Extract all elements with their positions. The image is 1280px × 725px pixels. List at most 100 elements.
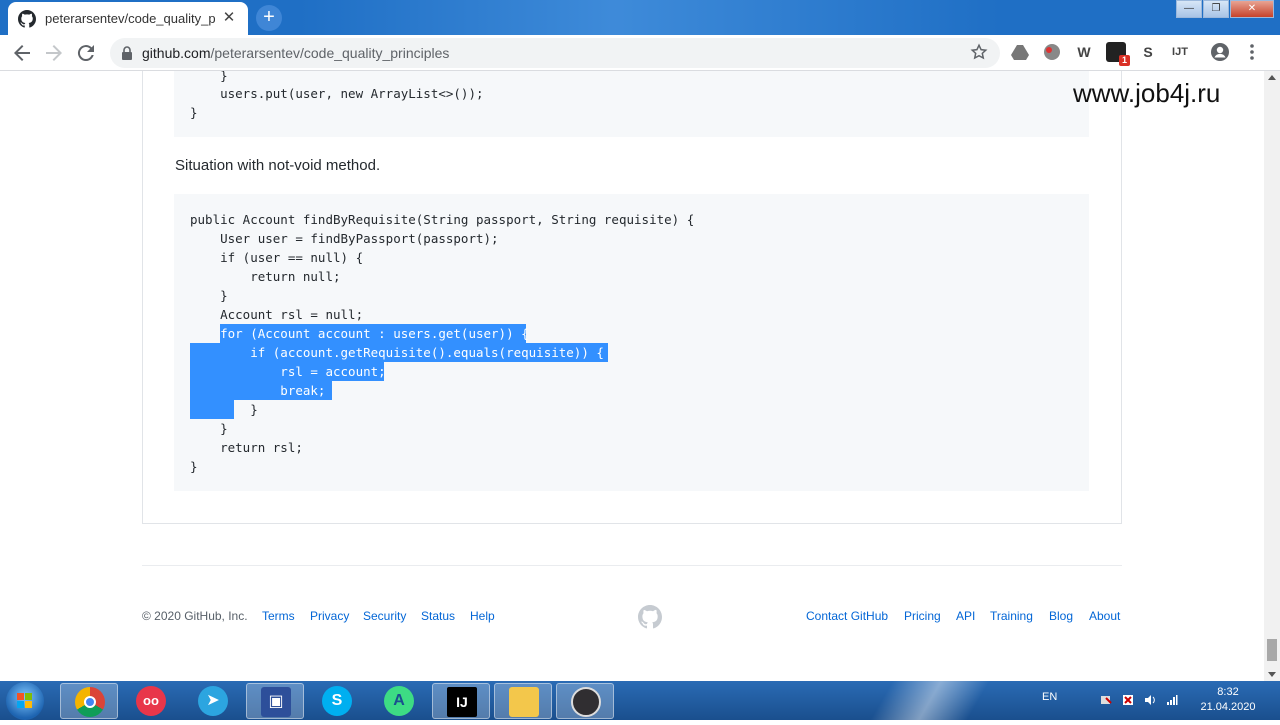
security-icon[interactable]	[1122, 694, 1134, 706]
minimize-button[interactable]: —	[1176, 0, 1202, 18]
drive-extension-icon[interactable]	[1010, 42, 1030, 62]
ijt-extension-icon[interactable]: IJT	[1170, 42, 1190, 62]
code-line: users.put(user, new ArrayList<>());	[190, 86, 484, 101]
code-line: Account rsl = null;	[190, 307, 364, 322]
profile-avatar-icon[interactable]	[1210, 42, 1230, 62]
footer-link-blog[interactable]: Blog	[1049, 609, 1073, 623]
notification-extension-icon[interactable]: 1	[1106, 42, 1130, 66]
browser-tab[interactable]: peterarsentev/code_quality_princ ✕	[8, 2, 248, 35]
windows-taskbar: oo ➤ ▣ S A IJ EN 8:32 21.04.2020	[0, 681, 1280, 720]
taskbar-clock[interactable]: 8:32 21.04.2020	[1196, 685, 1260, 715]
window-controls: — ❐ ✕	[1175, 0, 1274, 18]
taskbar-app-chrome[interactable]	[60, 683, 118, 719]
taskbar-app-telegram[interactable]: ➤	[184, 683, 242, 719]
footer-link-contact[interactable]: Contact GitHub	[806, 609, 888, 623]
code-line: }	[190, 402, 258, 417]
lock-icon	[122, 46, 132, 60]
forward-arrow-icon[interactable]	[42, 41, 66, 65]
url-text: github.com/peterarsentev/code_quality_pr…	[142, 45, 449, 61]
url-path: /peterarsentev/code_quality_principles	[210, 45, 450, 61]
code-line: }	[190, 105, 198, 120]
clock-date: 21.04.2020	[1200, 701, 1256, 713]
ooo-app-icon: oo	[136, 686, 166, 716]
obs-icon	[571, 687, 601, 717]
code-line-selected: if (account.getRequisite().equals(requis…	[190, 345, 604, 360]
code-block-2: public Account findByRequisite(String pa…	[174, 194, 1089, 491]
code-line: return rsl;	[190, 440, 303, 455]
code-line-selected: break;	[190, 383, 326, 398]
code-block-1: } users.put(user, new ArrayList<>()); }	[174, 71, 1089, 137]
taskbar-app-ooo[interactable]: oo	[122, 683, 180, 719]
situation-text: Situation with not-void method.	[175, 157, 381, 174]
maximize-button[interactable]: ❐	[1203, 0, 1229, 18]
s-extension-icon[interactable]: S	[1138, 42, 1158, 62]
folder-icon	[509, 687, 539, 717]
code-line: if (user == null) {	[190, 250, 364, 265]
action-center-icon[interactable]	[1100, 694, 1112, 706]
globe-extension-icon[interactable]	[1042, 42, 1062, 62]
footer-link-help[interactable]: Help	[470, 609, 495, 623]
watermark-text: www.job4j.ru	[1073, 78, 1221, 108]
footer-link-api[interactable]: API	[956, 609, 975, 623]
floppy-disk-icon: ▣	[261, 687, 291, 717]
taskbar-app-intellij[interactable]: IJ	[432, 683, 490, 719]
browser-titlebar: peterarsentev/code_quality_princ ✕ + — ❐…	[0, 0, 1280, 35]
address-bar[interactable]: github.com/peterarsentev/code_quality_pr…	[110, 38, 1000, 68]
extensions-bar: W 1 S IJT	[1010, 42, 1274, 66]
taskbar-app-android-studio[interactable]: A	[370, 683, 428, 719]
footer-divider	[142, 565, 1122, 566]
back-arrow-icon[interactable]	[10, 41, 34, 65]
reload-icon[interactable]	[74, 41, 98, 65]
url-host: github.com	[142, 45, 211, 61]
close-window-button[interactable]: ✕	[1230, 0, 1274, 18]
menu-kebab-icon[interactable]	[1242, 42, 1262, 62]
code-line: }	[190, 71, 228, 83]
scroll-down-icon[interactable]	[1268, 672, 1276, 677]
start-button[interactable]	[6, 682, 44, 720]
footer-link-training[interactable]: Training	[990, 609, 1033, 623]
taskbar-app-skype[interactable]: S	[308, 683, 366, 719]
footer-link-pricing[interactable]: Pricing	[904, 609, 941, 623]
code-line-selected: for (Account account : users.get(user)) …	[190, 326, 529, 341]
code-line: }	[190, 459, 198, 474]
language-indicator[interactable]: EN	[1042, 691, 1057, 703]
volume-icon[interactable]	[1144, 694, 1156, 706]
tab-close-icon[interactable]: ✕	[220, 9, 238, 27]
scroll-up-icon[interactable]	[1268, 75, 1276, 80]
clock-time: 8:32	[1217, 686, 1239, 698]
bookmark-star-icon[interactable]	[970, 43, 988, 61]
w-extension-icon[interactable]: W	[1074, 42, 1094, 62]
github-mark-icon[interactable]	[638, 605, 662, 629]
new-tab-button[interactable]: +	[256, 5, 282, 31]
network-signal-icon[interactable]	[1166, 694, 1178, 706]
code-line-selected: rsl = account;	[190, 364, 386, 379]
extension-badge: 1	[1119, 55, 1130, 66]
footer-link-privacy[interactable]: Privacy	[310, 609, 349, 623]
scroll-thumb[interactable]	[1267, 639, 1277, 661]
page-footer: © 2020 GitHub, Inc. Terms Privacy Securi…	[142, 605, 1122, 629]
tab-title: peterarsentev/code_quality_princ	[45, 11, 215, 26]
chrome-icon	[75, 687, 105, 717]
code-line: }	[190, 421, 228, 436]
page-scrollbar[interactable]	[1264, 71, 1280, 681]
footer-link-about[interactable]: About	[1089, 609, 1120, 623]
browser-toolbar: github.com/peterarsentev/code_quality_pr…	[0, 35, 1280, 71]
footer-copyright: © 2020 GitHub, Inc.	[142, 609, 248, 623]
taskbar-app-obs[interactable]	[556, 683, 614, 719]
footer-link-status[interactable]: Status	[421, 609, 455, 623]
intellij-icon: IJ	[447, 687, 477, 717]
footer-link-terms[interactable]: Terms	[262, 609, 295, 623]
taskbar-app-explorer[interactable]	[494, 683, 552, 719]
taskbar-app-disk[interactable]: ▣	[246, 683, 304, 719]
taskbar-glare	[820, 681, 1040, 720]
telegram-icon: ➤	[198, 686, 228, 716]
code-line: User user = findByPassport(passport);	[190, 231, 499, 246]
code-line: return null;	[190, 269, 341, 284]
windows-logo-icon	[17, 693, 32, 708]
code-line: }	[190, 288, 228, 303]
footer-link-security[interactable]: Security	[363, 609, 406, 623]
android-studio-icon: A	[384, 686, 414, 716]
github-icon	[18, 9, 36, 28]
page-viewport: } users.put(user, new ArrayList<>()); } …	[0, 71, 1264, 681]
titlebar-glare	[300, 0, 1000, 35]
